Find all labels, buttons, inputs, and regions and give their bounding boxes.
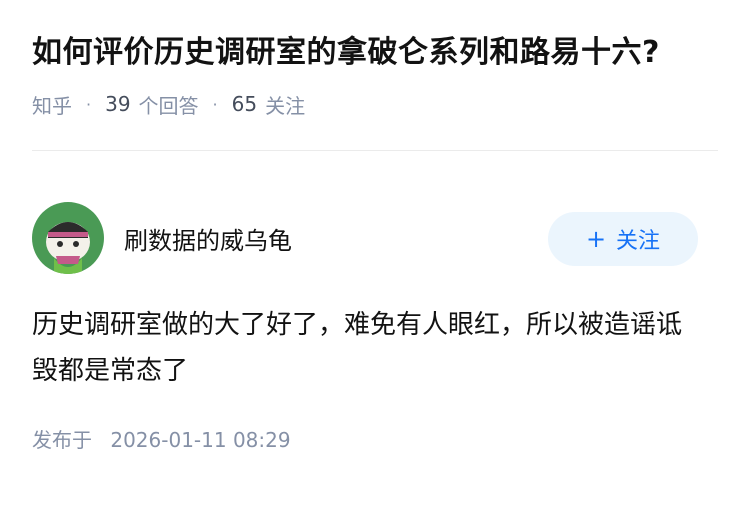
divider [32,150,718,151]
answer-count: 39 [105,92,131,116]
publish-info: 发布于 2026-01-11 08:29 [32,424,718,453]
follow-button[interactable]: + 关注 [548,212,698,266]
follow-button-label: 关注 [616,229,661,254]
separator-dot: · [86,94,92,114]
source-label[interactable]: 知乎 [32,90,72,119]
avatar-image [32,202,104,274]
answer-card: 刷数据的威乌龟 + 关注 历史调研室做的大了好了，难免有人眼红，所以被造谣诋毁都… [0,170,750,453]
avatar[interactable] [32,202,104,274]
publish-label: 发布于 [32,428,92,452]
separator-dot: · [212,94,218,114]
question-meta: 知乎 · 39 个回答 · 65 关注 [32,88,718,120]
author-name[interactable]: 刷数据的威乌龟 [124,221,292,256]
question-header: 如何评价历史调研室的拿破仑系列和路易十六? 知乎 · 39 个回答 · 65 关… [0,0,750,170]
publish-time: 2026-01-11 08:29 [110,428,291,452]
plus-icon: + [585,225,607,253]
follower-count: 65 [231,92,258,116]
question-title[interactable]: 如何评价历史调研室的拿破仑系列和路易十六? [32,30,718,76]
answer-count-label: 个回答 [138,93,199,118]
follower-count-label: 关注 [265,93,306,118]
answer-content[interactable]: 历史调研室做的大了好了，难免有人眼红，所以被造谣诋毁都是常态了 [32,302,718,394]
